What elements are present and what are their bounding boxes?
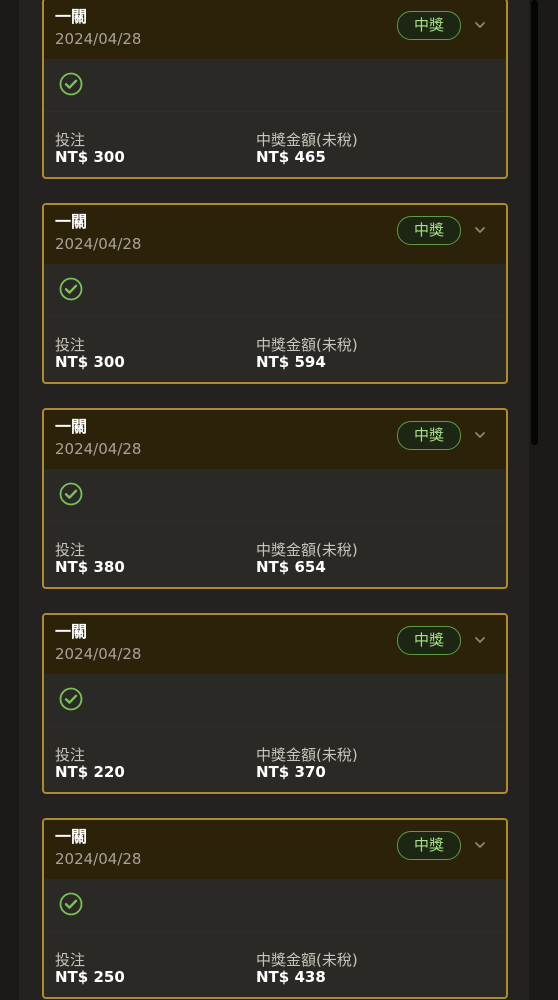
bet-amount-label: 投注 bbox=[55, 131, 86, 149]
bet-amount-label: 投注 bbox=[55, 746, 86, 764]
win-amount-value: NT$ 370 bbox=[256, 763, 326, 781]
check-circle-icon bbox=[59, 687, 83, 711]
selection-row bbox=[44, 59, 506, 112]
bet-card[interactable]: 一關 2024/04/28 中獎 投注 NT$ 300 中獎金額(未稅) NT$… bbox=[42, 0, 508, 179]
bet-amount-value: NT$ 380 bbox=[55, 558, 125, 576]
card-header[interactable]: 一關 2024/04/28 中獎 bbox=[44, 205, 506, 264]
selection-row bbox=[44, 264, 506, 317]
scrollbar-thumb[interactable] bbox=[531, 0, 538, 445]
selection-row bbox=[44, 879, 506, 932]
win-amount-label: 中獎金額(未稅) bbox=[256, 131, 358, 149]
bet-card[interactable]: 一關 2024/04/28 中獎 投注 NT$ 300 中獎金額(未稅) NT$… bbox=[42, 203, 508, 384]
bet-date: 2024/04/28 bbox=[55, 235, 142, 253]
status-badge: 中獎 bbox=[397, 216, 461, 245]
status-badge: 中獎 bbox=[397, 831, 461, 860]
win-amount-value: NT$ 654 bbox=[256, 558, 326, 576]
status-badge: 中獎 bbox=[397, 626, 461, 655]
bet-amount-label: 投注 bbox=[55, 336, 86, 354]
bet-type-title: 一關 bbox=[55, 7, 88, 26]
win-amount-label: 中獎金額(未稅) bbox=[256, 336, 358, 354]
bet-date: 2024/04/28 bbox=[55, 645, 142, 663]
bet-date: 2024/04/28 bbox=[55, 440, 142, 458]
bet-card[interactable]: 一關 2024/04/28 中獎 投注 NT$ 380 中獎金額(未稅) NT$… bbox=[42, 408, 508, 589]
win-amount-label: 中獎金額(未稅) bbox=[256, 951, 358, 969]
check-circle-icon bbox=[59, 482, 83, 506]
bet-type-title: 一關 bbox=[55, 417, 88, 436]
chevron-down-icon[interactable] bbox=[472, 17, 488, 33]
bet-history-screen: 一關 2024/04/28 中獎 投注 NT$ 300 中獎金額(未稅) NT$… bbox=[0, 0, 558, 1000]
chevron-down-icon[interactable] bbox=[472, 632, 488, 648]
check-circle-icon bbox=[59, 277, 83, 301]
bet-amount-value: NT$ 250 bbox=[55, 968, 125, 986]
card-header[interactable]: 一關 2024/04/28 中獎 bbox=[44, 615, 506, 674]
bet-amount-value: NT$ 220 bbox=[55, 763, 125, 781]
win-amount-label: 中獎金額(未稅) bbox=[256, 746, 358, 764]
check-circle-icon bbox=[59, 72, 83, 96]
chevron-down-icon[interactable] bbox=[472, 427, 488, 443]
bet-date: 2024/04/28 bbox=[55, 30, 142, 48]
bet-date: 2024/04/28 bbox=[55, 850, 142, 868]
bet-amount-label: 投注 bbox=[55, 541, 86, 559]
bet-type-title: 一關 bbox=[55, 622, 88, 641]
win-amount-label: 中獎金額(未稅) bbox=[256, 541, 358, 559]
bet-type-title: 一關 bbox=[55, 212, 88, 231]
bet-card[interactable]: 一關 2024/04/28 中獎 投注 NT$ 250 中獎金額(未稅) NT$… bbox=[42, 818, 508, 999]
bet-amount-label: 投注 bbox=[55, 951, 86, 969]
bet-card[interactable]: 一關 2024/04/28 中獎 投注 NT$ 220 中獎金額(未稅) NT$… bbox=[42, 613, 508, 794]
status-badge: 中獎 bbox=[397, 11, 461, 40]
status-badge: 中獎 bbox=[397, 421, 461, 450]
win-amount-value: NT$ 465 bbox=[256, 148, 326, 166]
selection-row bbox=[44, 469, 506, 522]
chevron-down-icon[interactable] bbox=[472, 222, 488, 238]
card-header[interactable]: 一關 2024/04/28 中獎 bbox=[44, 820, 506, 879]
check-circle-icon bbox=[59, 892, 83, 916]
bet-amount-value: NT$ 300 bbox=[55, 353, 125, 371]
card-header[interactable]: 一關 2024/04/28 中獎 bbox=[44, 410, 506, 469]
win-amount-value: NT$ 438 bbox=[256, 968, 326, 986]
selection-row bbox=[44, 674, 506, 727]
bet-amount-value: NT$ 300 bbox=[55, 148, 125, 166]
card-header[interactable]: 一關 2024/04/28 中獎 bbox=[44, 0, 506, 59]
win-amount-value: NT$ 594 bbox=[256, 353, 326, 371]
bet-type-title: 一關 bbox=[55, 827, 88, 846]
chevron-down-icon[interactable] bbox=[472, 837, 488, 853]
